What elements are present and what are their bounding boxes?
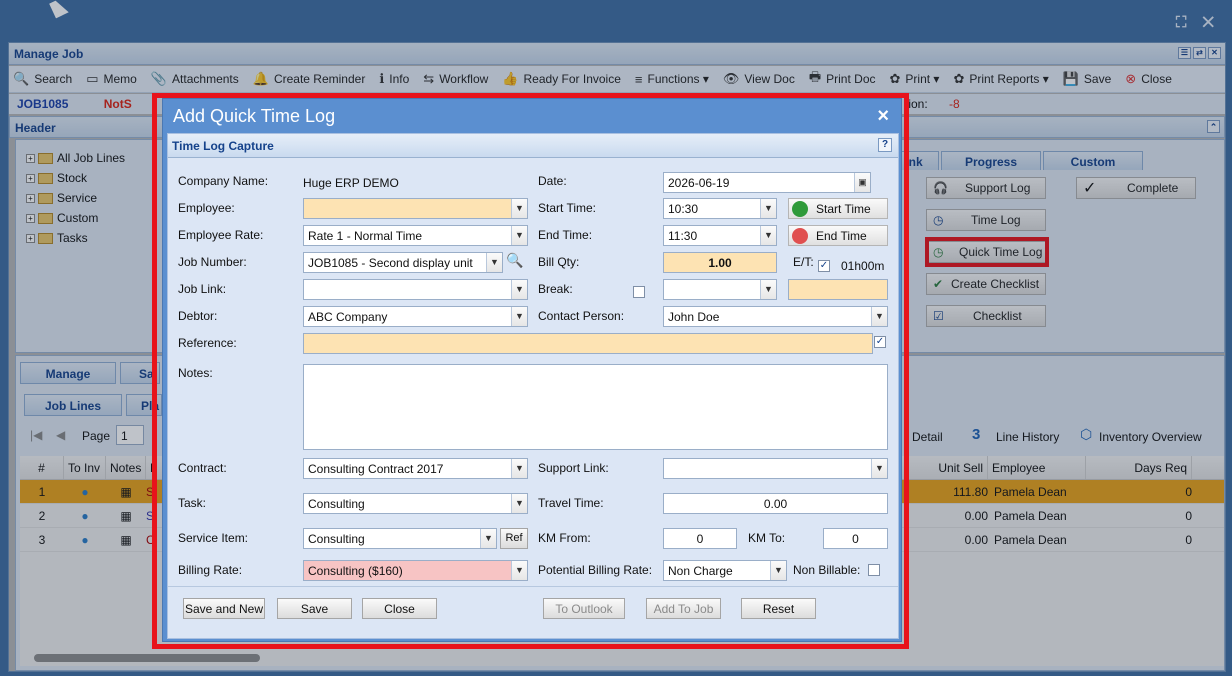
time-log-capture-panel: Time Log Capture ? Company Name: Huge ER… (167, 133, 899, 639)
job-link-label: Job Link: (178, 282, 227, 296)
chevron-down-icon[interactable]: ▼ (871, 459, 887, 478)
km-to-label: KM To: (748, 531, 786, 545)
contract-select[interactable]: Consulting Contract 2017 ▼ (303, 458, 528, 479)
task-select[interactable]: Consulting ▼ (303, 493, 528, 514)
chevron-down-icon[interactable]: ▼ (486, 253, 502, 272)
date-label: Date: (538, 174, 567, 188)
billing-rate-select[interactable]: Consulting ($160) ▼ (303, 560, 528, 581)
close-button[interactable]: Close (362, 598, 437, 619)
chevron-down-icon[interactable]: ▼ (760, 199, 776, 218)
ref-button[interactable]: Ref (500, 528, 528, 549)
debtor-label: Debtor: (178, 309, 218, 323)
dialog-close-icon[interactable]: × (877, 105, 889, 128)
add-to-job-button[interactable]: Add To Job (646, 598, 721, 619)
chevron-down-icon[interactable]: ▼ (770, 561, 786, 580)
start-time-label: Start Time: (538, 201, 597, 215)
job-number-select[interactable]: JOB1085 - Second display unit ▼ (303, 252, 503, 273)
section-title: Time Log Capture (172, 139, 274, 153)
potential-billing-rate-label: Potential Billing Rate: (538, 563, 653, 577)
start-time-button[interactable]: Start Time (788, 198, 888, 219)
company-label: Company Name: (178, 174, 269, 188)
et-label: E/T: (793, 255, 814, 269)
job-link-select[interactable]: ▼ (303, 279, 528, 300)
bill-qty-label: Bill Qty: (538, 255, 580, 269)
service-item-select[interactable]: Consulting ▼ (303, 528, 497, 549)
chevron-down-icon[interactable]: ▼ (760, 226, 776, 245)
debtor-select[interactable]: ABC Company ▼ (303, 306, 528, 327)
start-time-select[interactable]: 10:30 ▼ (663, 198, 777, 219)
employee-rate-label: Employee Rate: (178, 228, 264, 242)
km-from-field[interactable]: 0 (663, 528, 737, 549)
bill-qty-field[interactable]: 1.00 (663, 252, 777, 273)
end-time-button[interactable]: End Time (788, 225, 888, 246)
save-and-new-button[interactable]: Save and New (183, 598, 265, 619)
green-clock-icon (792, 200, 808, 217)
contact-person-select[interactable]: John Doe ▼ (663, 306, 888, 327)
chevron-down-icon[interactable]: ▼ (511, 280, 527, 299)
km-to-field[interactable]: 0 (823, 528, 888, 549)
support-link-select[interactable]: ▼ (663, 458, 888, 479)
search-icon[interactable]: 🔍 (506, 252, 523, 269)
add-quick-time-log-dialog: Add Quick Time Log × Time Log Capture ? … (162, 98, 902, 642)
chevron-down-icon[interactable]: ▼ (511, 199, 527, 218)
notes-label: Notes: (178, 366, 213, 380)
reference-label: Reference: (178, 336, 237, 350)
reference-field[interactable] (303, 333, 873, 354)
et-checkbox[interactable]: ✓ (818, 260, 830, 272)
chevron-down-icon[interactable]: ▼ (511, 494, 527, 513)
chevron-down-icon[interactable]: ▼ (511, 307, 527, 326)
service-item-label: Service Item: (178, 531, 249, 545)
break-select[interactable]: ▼ (663, 279, 777, 300)
chevron-down-icon[interactable]: ▼ (511, 459, 527, 478)
end-time-select[interactable]: 11:30 ▼ (663, 225, 777, 246)
job-number-label: Job Number: (178, 255, 247, 269)
chevron-down-icon[interactable]: ▼ (871, 307, 887, 326)
break-duration-field[interactable] (788, 279, 888, 300)
dialog-title: Add Quick Time Log (173, 106, 336, 126)
section-header: Time Log Capture ? (168, 134, 898, 158)
contract-label: Contract: (178, 461, 227, 475)
chevron-down-icon[interactable]: ▼ (511, 226, 527, 245)
km-from-label: KM From: (538, 531, 591, 545)
company-value: Huge ERP DEMO (303, 176, 399, 190)
red-clock-icon (792, 227, 808, 244)
save-button[interactable]: Save (277, 598, 352, 619)
billing-rate-label: Billing Rate: (178, 563, 243, 577)
notes-textarea[interactable] (303, 364, 888, 450)
potential-billing-rate-select[interactable]: Non Charge ▼ (663, 560, 787, 581)
break-label: Break: (538, 282, 573, 296)
help-icon[interactable]: ? (878, 138, 892, 152)
chevron-down-icon[interactable]: ▼ (480, 529, 496, 548)
non-billable-label: Non Billable: (793, 563, 861, 577)
chevron-down-icon[interactable]: ▼ (511, 561, 527, 580)
contact-person-label: Contact Person: (538, 309, 625, 323)
end-time-label: End Time: (538, 228, 593, 242)
task-label: Task: (178, 496, 207, 510)
reset-button[interactable]: Reset (741, 598, 816, 619)
employee-rate-select[interactable]: Rate 1 - Normal Time ▼ (303, 225, 528, 246)
to-outlook-button[interactable]: To Outlook (543, 598, 625, 619)
et-duration: 01h00m (841, 259, 885, 273)
date-field[interactable]: 2026-06-19 ▣ (663, 172, 871, 193)
travel-time-label: Travel Time: (538, 496, 604, 510)
footer-divider (168, 586, 898, 587)
calendar-icon[interactable]: ▣ (854, 173, 870, 192)
chevron-down-icon[interactable]: ▼ (760, 280, 776, 299)
employee-label: Employee: (178, 201, 235, 215)
support-link-label: Support Link: (538, 461, 609, 475)
employee-select[interactable]: ▼ (303, 198, 528, 219)
break-checkbox[interactable] (633, 286, 645, 298)
non-billable-checkbox[interactable] (868, 564, 880, 576)
travel-time-field[interactable]: 0.00 (663, 493, 888, 514)
reference-checkbox[interactable]: ✓ (874, 336, 886, 348)
